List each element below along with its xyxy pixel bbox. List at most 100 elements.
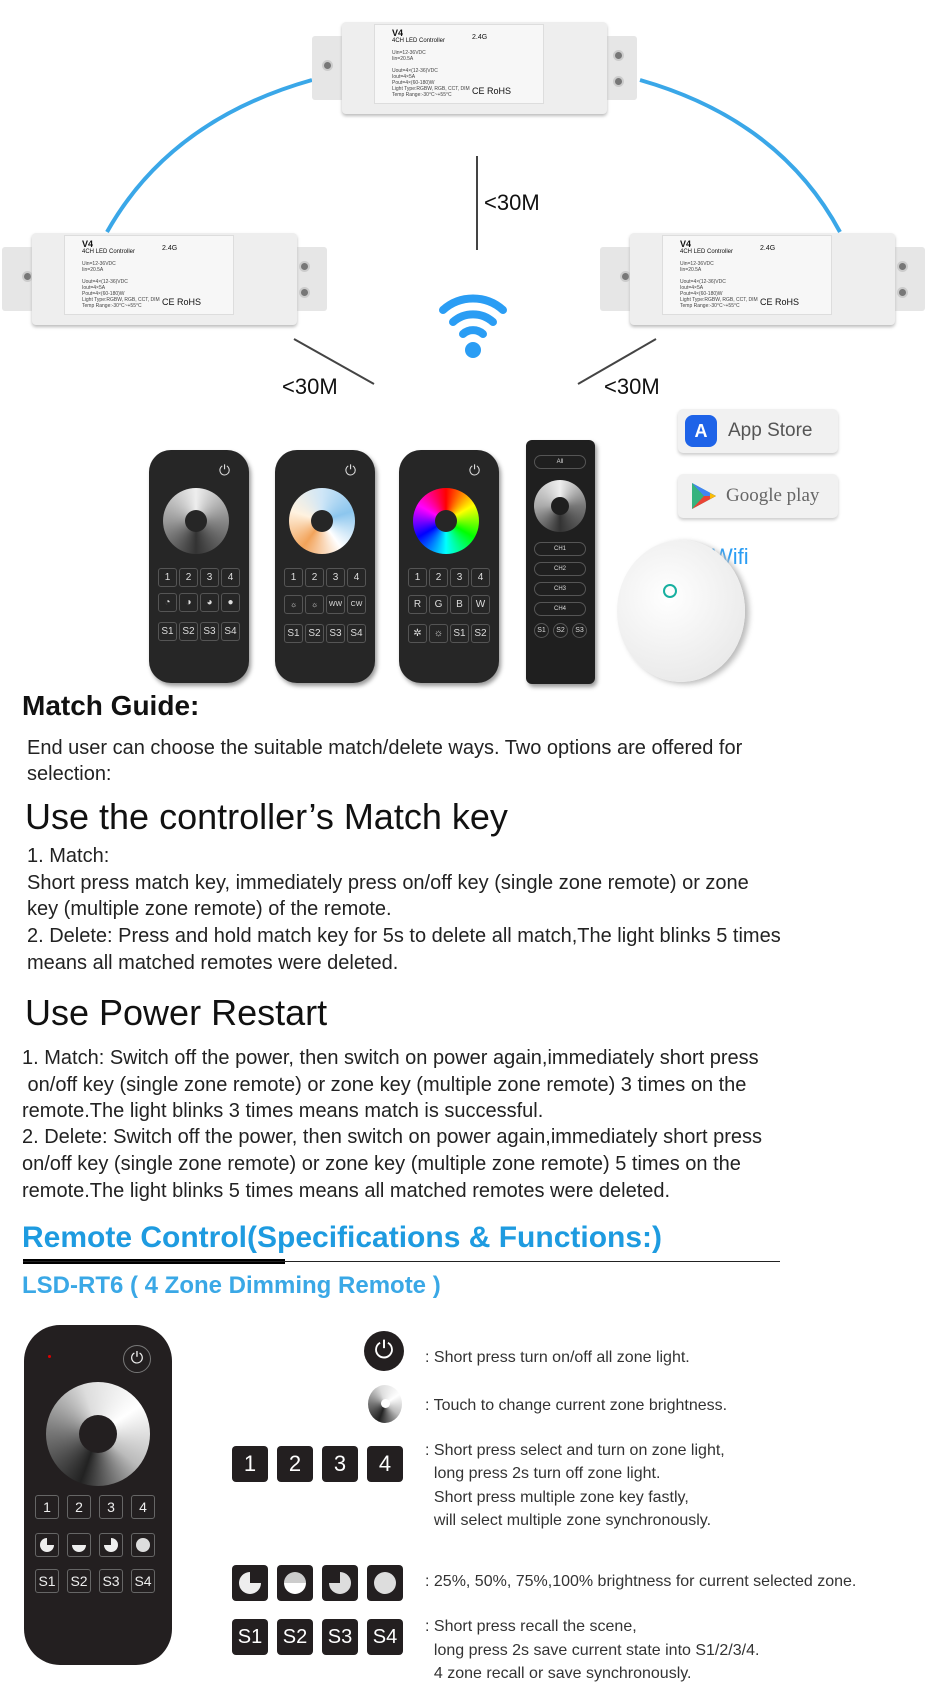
cool-white-key: CW (347, 595, 366, 614)
channel-key: CH4 (534, 602, 586, 616)
scene-key: S1 (450, 624, 469, 643)
lsd-rt6-remote: ⏻ 1 2 3 4 S1 S2 S3 S4 (24, 1325, 172, 1665)
led-controller-top: V4 4CH LED Controller Uin=12-36VDC Iin=2… (312, 22, 637, 114)
scene-key: S4 (131, 1569, 155, 1593)
warm-white-key: WW (326, 595, 345, 614)
zone-function-text: will select multiple zone synchronously. (425, 1512, 712, 1529)
brightness-100-key (131, 1533, 155, 1557)
channel-key: CH3 (534, 582, 586, 596)
app-store-button[interactable]: A App Store (678, 409, 838, 453)
google-play-button[interactable]: Google play (678, 474, 838, 518)
controller-name: 4CH LED Controller (82, 249, 136, 255)
brightness-down-key: ☼ (284, 595, 303, 614)
white-key: W (471, 595, 490, 614)
scene-key: S1 (35, 1569, 59, 1593)
zone-key-4: 4 (367, 1446, 403, 1482)
option1-title: Use the controller’s Match key (25, 796, 508, 837)
touch-wheel (46, 1382, 150, 1486)
power-icon: ⏻ (469, 462, 481, 478)
zone-key: 1 (35, 1495, 59, 1519)
zone-key: 3 (200, 568, 219, 587)
wifi-hub-device (617, 540, 745, 682)
option2-text: 1. Match: Switch off the power, then swi… (22, 1047, 759, 1069)
scene-key-1: S1 (232, 1619, 268, 1655)
status-led-icon (663, 584, 677, 598)
scene-key-4: S4 (367, 1619, 403, 1655)
brightness-key: ● (221, 593, 240, 612)
match-guide-title: Match Guide: (22, 690, 200, 721)
scene-key: S3 (326, 624, 345, 643)
option1-text: 1. Match: (27, 845, 110, 867)
option2-text: remote.The light blinks 5 times means al… (22, 1180, 671, 1202)
blue-key: B (450, 595, 469, 614)
controller-cert: CE RoHS (760, 297, 800, 307)
option1-text: Short press match key, immediately press… (27, 872, 749, 894)
scene-function-text: 4 zone recall or save synchronously. (425, 1665, 692, 1682)
distance-label-left: <30M (282, 374, 338, 399)
zone-key: 2 (429, 568, 448, 587)
link-arc-left (105, 78, 313, 233)
brightness-function-text: : 25%, 50%, 75%,100% brightness for curr… (425, 1573, 857, 1590)
brightness-key: ◔ (158, 593, 177, 612)
scene-key: S1 (158, 622, 177, 641)
remote-dimming: ⏻ 1 2 3 4 ◔ ◑ ◕ ● S1 S2 S3 S4 (149, 450, 249, 683)
scene-key: S2 (471, 624, 490, 643)
app-store-icon: A (685, 415, 717, 447)
power-function-text: : Short press turn on/off all zone light… (425, 1349, 690, 1366)
controller-specs: Uin=12-36VDC Iin=20.5A Uout=4×(12-36)VDC… (82, 261, 160, 309)
scene-key-2: S2 (277, 1619, 313, 1655)
scene-key: S3 (99, 1569, 123, 1593)
google-play-label: Google play (726, 485, 820, 506)
scene-key-3: S3 (322, 1619, 358, 1655)
controller-cert: CE RoHS (162, 297, 202, 307)
brightness-50-key (277, 1565, 313, 1601)
controller-cert: CE RoHS (472, 86, 512, 96)
brightness-100-key (367, 1565, 403, 1601)
zone-key: 4 (131, 1495, 155, 1519)
zone-key: 3 (99, 1495, 123, 1519)
controller-band: 2.4G (472, 34, 488, 41)
remote-section-title: Remote Control(Specifications & Function… (22, 1221, 663, 1254)
brightness-25-key (35, 1533, 59, 1557)
controller-model: V4 (82, 239, 94, 249)
option2-text: remote.The light blinks 3 times means ma… (22, 1100, 544, 1122)
scene-key: S4 (347, 624, 366, 643)
scene-function-text: : Short press recall the scene, (425, 1618, 637, 1635)
controller-band: 2.4G (162, 245, 178, 252)
touch-wheel-icon (368, 1385, 402, 1423)
controller-name: 4CH LED Controller (680, 249, 734, 255)
power-icon: ⏻ (123, 1345, 151, 1373)
remote-4-channel: All CH1 CH2 CH3 CH4 S1 S2 S3 (526, 440, 595, 684)
zone-key-3: 3 (322, 1446, 358, 1482)
zone-key-1: 1 (232, 1446, 268, 1482)
scene-key: S2 (179, 622, 198, 641)
google-play-icon (692, 483, 716, 509)
zone-key: 4 (471, 568, 490, 587)
app-store-label: App Store (728, 420, 813, 441)
option2-text: 2. Delete: Switch off the power, then sw… (22, 1126, 763, 1148)
zone-key-2: 2 (277, 1446, 313, 1482)
channel-key: CH2 (534, 562, 586, 576)
scene-key: S2 (553, 623, 568, 638)
channel-key: All (534, 455, 586, 469)
zone-key: 4 (347, 568, 366, 587)
brightness-key: ◑ (179, 593, 198, 612)
scene-key: S4 (221, 622, 240, 641)
option1-text: means all matched remotes were deleted. (27, 952, 399, 974)
wheel-function-text: : Touch to change current zone brightnes… (425, 1397, 728, 1414)
zone-key: 3 (326, 568, 345, 587)
zone-key: 4 (221, 568, 240, 587)
led-controller-left: V4 4CH LED Controller Uin=12-36VDC Iin=2… (2, 233, 327, 325)
wifi-icon (439, 294, 507, 358)
zone-key: 2 (67, 1495, 91, 1519)
scene-key: S1 (284, 624, 303, 643)
power-icon: ⏻ (219, 462, 231, 478)
green-key: G (429, 595, 448, 614)
brightness-75-key (99, 1533, 123, 1557)
red-key: R (408, 595, 427, 614)
option2-title: Use Power Restart (25, 992, 328, 1033)
scene-key: S2 (305, 624, 324, 643)
zone-key: 2 (179, 568, 198, 587)
zone-key: 1 (408, 568, 427, 587)
zone-function-text: Short press multiple zone key fastly, (425, 1489, 689, 1506)
